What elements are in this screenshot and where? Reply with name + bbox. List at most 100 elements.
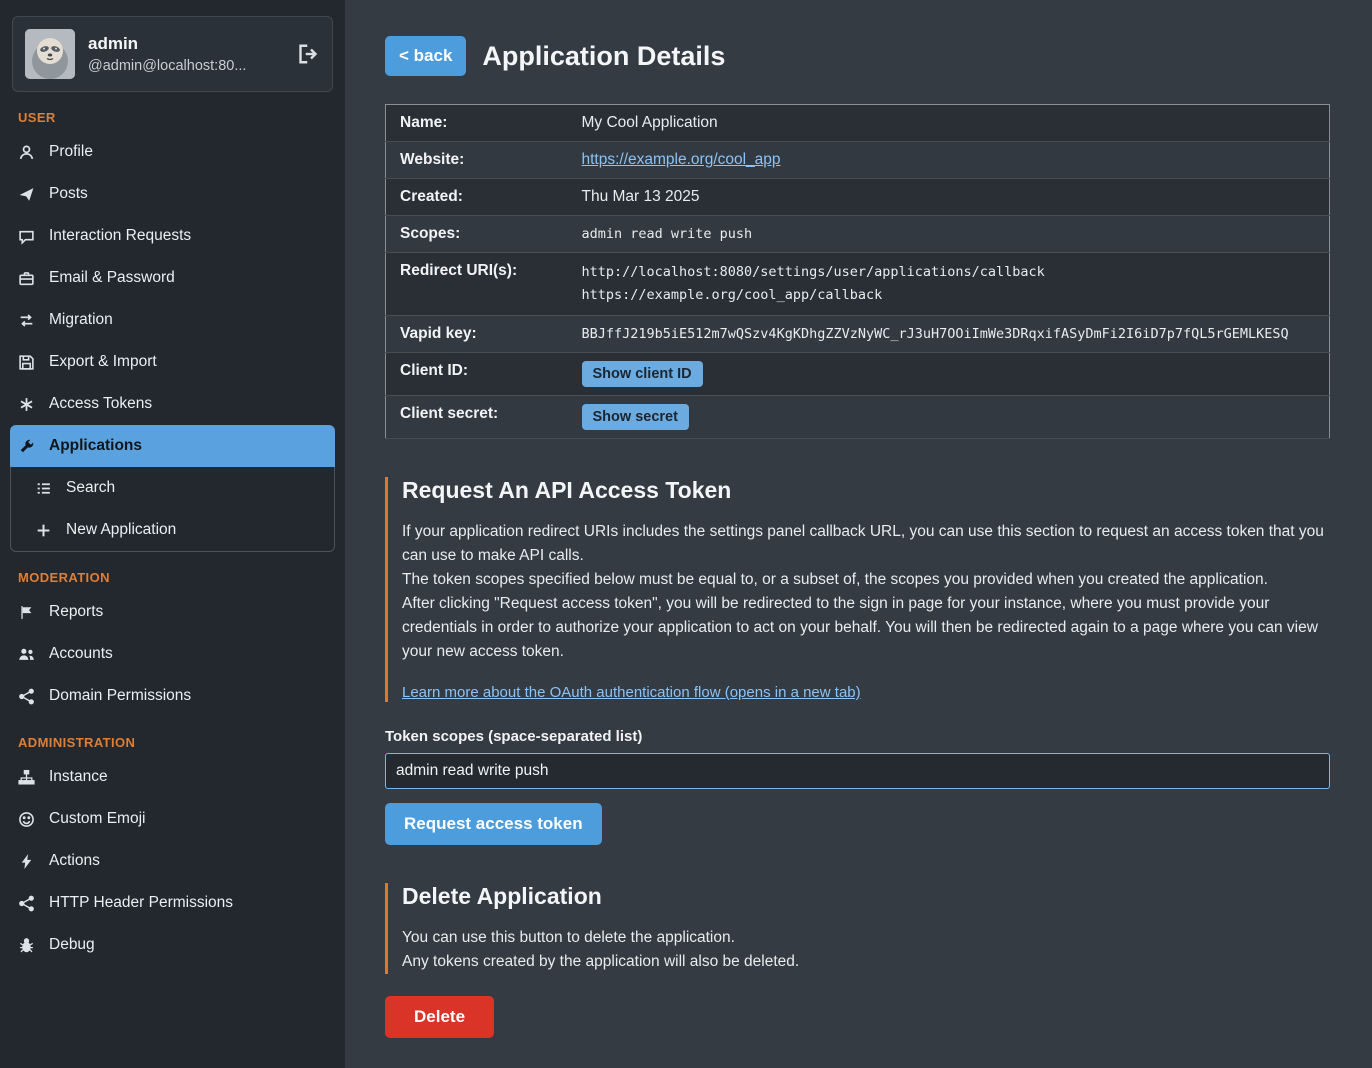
sidebar-item-label: Custom Emoji: [49, 810, 145, 828]
sidebar-item-label: Reports: [49, 603, 103, 621]
sidebar-item-label: Export & Import: [49, 353, 157, 371]
sidebar-item-interaction-requests[interactable]: Interaction Requests: [0, 215, 345, 257]
table-row-website: Website: https://example.org/cool_app: [386, 142, 1330, 179]
applications-group: Applications Search New Application: [10, 425, 335, 552]
show-client-id-button[interactable]: Show client ID: [582, 361, 703, 387]
sidebar-item-new-application[interactable]: New Application: [11, 509, 334, 551]
table-row-scopes: Scopes: admin read write push: [386, 216, 1330, 253]
user-name: admin: [88, 34, 246, 54]
redirect-uri-value: http://localhost:8080/settings/user/appl…: [582, 261, 1322, 284]
sidebar-item-http-header-permissions[interactable]: HTTP Header Permissions: [0, 882, 345, 924]
user-icon: [18, 144, 35, 161]
plus-icon: [35, 522, 52, 539]
logout-icon[interactable]: [296, 42, 320, 66]
token-scopes-input[interactable]: [385, 753, 1330, 789]
table-row-client-secret: Client secret: Show secret: [386, 396, 1330, 439]
sidebar-item-reports[interactable]: Reports: [0, 591, 345, 633]
sidebar-item-label: Migration: [49, 311, 113, 329]
sitemap-icon: [18, 769, 35, 786]
exchange-arrows-icon: [18, 312, 35, 329]
flag-icon: [18, 604, 35, 621]
sidebar-item-label: Search: [66, 479, 115, 497]
sidebar-item-label: Email & Password: [49, 269, 175, 287]
sidebar-item-accounts[interactable]: Accounts: [0, 633, 345, 675]
show-secret-button[interactable]: Show secret: [582, 404, 689, 430]
applications-submenu: Search New Application: [10, 467, 335, 552]
sidebar-item-label: Interaction Requests: [49, 227, 191, 245]
request-token-title: Request An API Access Token: [402, 477, 1330, 504]
user-meta: admin @admin@localhost:80...: [88, 34, 246, 74]
asterisk-icon: [18, 396, 35, 413]
sidebar-item-applications[interactable]: Applications: [10, 425, 335, 467]
bug-icon: [18, 937, 35, 954]
section-label-user: USER: [18, 110, 327, 125]
sidebar-item-label: New Application: [66, 521, 176, 539]
sidebar-item-debug[interactable]: Debug: [0, 924, 345, 966]
table-row-redirect-uris: Redirect URI(s): http://localhost:8080/s…: [386, 253, 1330, 316]
sidebar-item-access-tokens[interactable]: Access Tokens: [0, 383, 345, 425]
sidebar-item-email-password[interactable]: Email & Password: [0, 257, 345, 299]
sidebar-item-label: Applications: [49, 437, 142, 455]
row-value: Thu Mar 13 2025: [574, 179, 1330, 216]
request-token-section: Request An API Access Token If your appl…: [385, 477, 1330, 702]
row-label: Website:: [386, 142, 574, 179]
request-access-token-button[interactable]: Request access token: [385, 803, 602, 845]
sidebar-item-applications-search[interactable]: Search: [11, 467, 334, 509]
row-label: Vapid key:: [386, 316, 574, 353]
floppy-disk-icon: [18, 354, 35, 371]
redirect-uri-value: https://example.org/cool_app/callback: [582, 284, 1322, 307]
main-content: < back Application Details Name: My Cool…: [345, 0, 1372, 1068]
website-link[interactable]: https://example.org/cool_app: [582, 151, 781, 168]
sidebar-item-posts[interactable]: Posts: [0, 173, 345, 215]
main-area: < back Application Details Name: My Cool…: [345, 0, 1372, 1041]
sidebar-item-label: Actions: [49, 852, 100, 870]
comment-icon: [18, 228, 35, 245]
briefcase-icon: [18, 270, 35, 287]
app-layout: admin @admin@localhost:80... USER Profil…: [0, 0, 1372, 1041]
delete-application-line: You can use this button to delete the ap…: [402, 926, 1330, 950]
row-value: My Cool Application: [574, 105, 1330, 142]
table-row-created: Created: Thu Mar 13 2025: [386, 179, 1330, 216]
row-label: Created:: [386, 179, 574, 216]
table-row-name: Name: My Cool Application: [386, 105, 1330, 142]
sidebar-item-label: Accounts: [49, 645, 113, 663]
network-share-icon: [18, 895, 35, 912]
user-handle: @admin@localhost:80...: [88, 58, 246, 74]
sloth-avatar-image: [25, 29, 75, 79]
request-token-paragraph: If your application redirect URIs includ…: [402, 520, 1330, 568]
delete-button[interactable]: Delete: [385, 996, 494, 1038]
page-title: Application Details: [482, 41, 725, 72]
row-label: Name:: [386, 105, 574, 142]
sidebar-item-domain-permissions[interactable]: Domain Permissions: [0, 675, 345, 717]
back-button[interactable]: < back: [385, 36, 466, 76]
sidebar-item-profile[interactable]: Profile: [0, 131, 345, 173]
sidebar-item-label: Domain Permissions: [49, 687, 191, 705]
delete-application-title: Delete Application: [402, 883, 1330, 910]
request-token-paragraph: After clicking "Request access token", y…: [402, 592, 1330, 664]
table-row-vapid-key: Vapid key: BBJffJ219b5iE512m7wQSzv4KgKDh…: [386, 316, 1330, 353]
delete-application-line: Any tokens created by the application wi…: [402, 950, 1330, 974]
sidebar-item-label: Profile: [49, 143, 93, 161]
row-label: Client ID:: [386, 353, 574, 396]
row-label: Redirect URI(s):: [386, 253, 574, 316]
oauth-docs-link[interactable]: Learn more about the OAuth authenticatio…: [402, 684, 861, 701]
sidebar-item-custom-emoji[interactable]: Custom Emoji: [0, 798, 345, 840]
application-details-table: Name: My Cool Application Website: https…: [385, 104, 1330, 439]
sidebar-item-label: Posts: [49, 185, 88, 203]
smiley-icon: [18, 811, 35, 828]
bolt-icon: [18, 853, 35, 870]
row-label: Scopes:: [386, 216, 574, 253]
avatar: [25, 29, 75, 79]
sidebar-item-label: Access Tokens: [49, 395, 152, 413]
scopes-value: admin read write push: [582, 226, 753, 242]
sidebar-item-label: Instance: [49, 768, 108, 786]
page-header: < back Application Details: [385, 36, 1330, 76]
sidebar-item-migration[interactable]: Migration: [0, 299, 345, 341]
paper-plane-icon: [18, 186, 35, 203]
sidebar-item-export-import[interactable]: Export & Import: [0, 341, 345, 383]
table-row-client-id: Client ID: Show client ID: [386, 353, 1330, 396]
user-card[interactable]: admin @admin@localhost:80...: [12, 16, 333, 92]
sidebar-item-actions[interactable]: Actions: [0, 840, 345, 882]
wrench-icon: [18, 438, 35, 455]
sidebar-item-instance[interactable]: Instance: [0, 756, 345, 798]
